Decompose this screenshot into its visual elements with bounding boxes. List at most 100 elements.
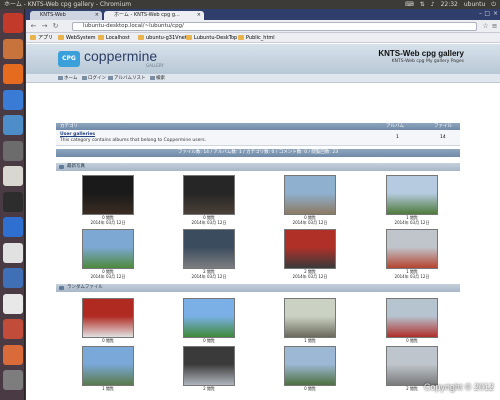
browser-window: KNTS-Web × ホーム - KNTS-Web cpg g... × – □… [26,9,500,400]
gallery-description: KNTS-Web cpg My gallery Pages [391,59,464,64]
thumbnail-image[interactable] [284,229,336,269]
keyboard-icon[interactable]: ⌨ [405,0,414,9]
terminal-icon[interactable] [3,191,23,212]
tab-home[interactable]: ホーム - KNTS-Web cpg g... × [104,11,204,20]
text-file-icon[interactable] [3,293,23,314]
thumbnail-item: 0 閲覧 [386,298,438,343]
bookmark-label: ubuntu-g31Vnet [146,35,187,41]
settings-icon[interactable] [3,140,23,161]
back-icon[interactable]: ← [29,22,38,31]
forward-icon[interactable]: → [40,22,49,31]
chromium-icon[interactable] [3,89,23,110]
nav-login[interactable]: ログイン [82,74,106,83]
coppermine-logo-icon: CPG [58,51,80,67]
thumbnail-item: 1 閲覧 2014年 03月 12日 [386,175,438,225]
thunderbird-icon[interactable] [3,268,23,288]
maximize-icon[interactable]: □ [484,10,490,17]
bookmark-apps[interactable]: アプリ [30,33,53,43]
random-section-header[interactable]: ランダムファイル [56,284,460,292]
section-toggle-icon[interactable] [59,165,64,169]
network-indicator-icon[interactable]: ⇅ [420,0,425,9]
tab-knts-web[interactable]: KNTS-Web × [30,11,102,20]
text-editor-icon[interactable] [3,166,23,186]
nav-album-list[interactable]: アルバムリスト [108,74,145,83]
thumbnail-image[interactable] [386,346,438,386]
network-icon[interactable] [3,115,23,135]
bookmark-localhost[interactable]: Localhost [98,33,130,43]
gallery-title: KNTS-Web cpg gallery [378,49,464,58]
thumbnail-image[interactable] [183,346,235,386]
tab-strip: KNTS-Web × ホーム - KNTS-Web cpg g... × – □… [26,9,500,20]
nav-home[interactable]: ホーム [58,74,77,83]
bookmark-label: アプリ [38,35,54,41]
thumbnail-image[interactable] [82,298,134,338]
dash-icon[interactable] [3,13,23,33]
category-link[interactable]: User galleries [60,132,95,137]
star-icon[interactable]: ☆ [481,22,490,31]
reload-icon[interactable]: ↻ [51,22,60,31]
upload-date: 2014年 03月 12日 [90,274,126,279]
minimize-icon[interactable]: – [479,10,482,17]
thumbnail-image[interactable] [183,229,235,269]
bookmark-label: Public_html [246,35,275,41]
home-icon [58,75,63,80]
thumbnail-image[interactable] [183,298,235,338]
bookmark-websystem[interactable]: WebSystem [58,33,96,43]
upload-date: 2014年 03月 12日 [394,220,430,225]
file-count: 14 [440,135,446,140]
address-bar[interactable]: lubuntu-desktop.local/~lubuntu/cpg/ [72,22,477,31]
col-category: カテゴリ [60,124,78,129]
thumbnail-image[interactable] [183,175,235,215]
nav-label: ログイン [88,76,106,81]
section-toggle-icon[interactable] [59,286,64,290]
gallery-page: CPG coppermine GALLERY KNTS-Web cpg gall… [26,44,500,400]
thumbnail-image[interactable] [386,175,438,215]
close-tab-icon[interactable]: × [197,11,201,20]
user-menu[interactable]: ubuntu [464,0,485,9]
thumbnail-item: 0 閲覧 [82,298,134,343]
copyright-watermark: Copyright © 2012 [423,382,494,392]
thumbnail-image[interactable] [284,298,336,338]
upload-date: 2014年 03月 12日 [191,220,227,225]
trash-icon[interactable] [3,370,23,390]
nav-search[interactable]: 検索 [150,74,165,83]
thumbnail-image[interactable] [386,229,438,269]
view-count: 1 閲覧 [102,386,114,391]
folder-icon [186,35,192,40]
thumbnail-item: 0 閲覧 2014年 03月 12日 [284,175,336,225]
files-icon[interactable] [3,38,23,59]
thumbnail-image[interactable] [284,346,336,386]
album-count: 1 [396,135,399,140]
thumbnail-item: 0 閲覧 2014年 03月 12日 [183,175,235,225]
address-text: lubuntu-desktop.local/~lubuntu/cpg/ [83,23,184,29]
upload-date: 2014年 03月 12日 [191,274,227,279]
clock[interactable]: 22:32 [441,0,458,9]
unity-launcher [0,9,25,400]
thumbnail-image[interactable] [284,175,336,215]
power-icon[interactable]: ⏻ [491,0,496,9]
thumbnail-image[interactable] [82,175,134,215]
thumbnail-image[interactable] [82,229,134,269]
nav-label: 検索 [156,76,165,81]
section-title: 最新写真 [67,164,85,169]
thumbnail-image[interactable] [82,346,134,386]
latest-section-header[interactable]: 最新写真 [56,163,460,171]
section-title: ランダムファイル [67,285,103,290]
update-icon[interactable] [3,344,23,365]
close-window-icon[interactable]: × [493,10,498,17]
document-icon[interactable] [3,217,23,237]
bookmark-public-html[interactable]: Public_html [238,33,275,43]
menu-icon[interactable]: ≡ [490,22,499,31]
firefox-icon[interactable] [3,64,23,84]
volume-icon[interactable]: ♪ [431,0,435,9]
upload-date: 2014年 03月 12日 [292,220,328,225]
thumbnail-image[interactable] [386,298,438,338]
calendar-icon[interactable] [3,242,23,263]
bookmark-ubuntu-g31vnet[interactable]: ubuntu-g31Vnet [138,33,187,43]
close-tab-icon[interactable]: × [95,11,99,20]
thumbnail-item: 0 閲覧 2014年 03月 12日 [82,175,134,225]
tools-icon[interactable] [3,319,23,339]
thumbnail-item: 2 閲覧 2014年 03月 12日 [284,229,336,279]
bookmark-lubuntu-desktop[interactable]: Lubuntu-DeskTop [186,33,237,43]
bookmark-label: Lubuntu-DeskTop [194,35,238,41]
